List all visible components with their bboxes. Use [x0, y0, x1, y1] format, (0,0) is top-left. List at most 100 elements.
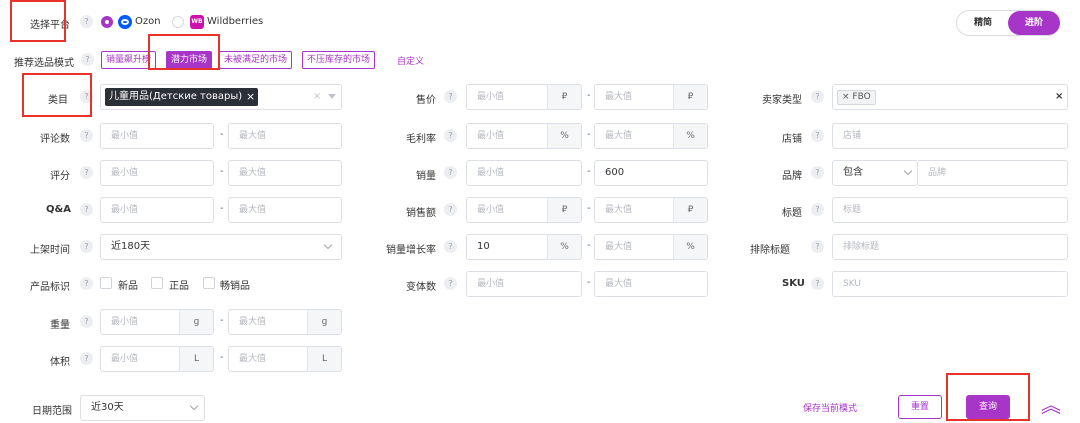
help-icon[interactable]: ?	[444, 203, 457, 216]
help-icon[interactable]: ?	[444, 129, 457, 142]
clear-icon[interactable]: ×	[1055, 85, 1063, 109]
weight-unit: g	[179, 310, 213, 334]
variants-max-input[interactable]: 最大值	[594, 271, 708, 297]
listing-time-select[interactable]: 近180天	[100, 234, 342, 260]
placeholder-text: 最大值	[605, 205, 633, 215]
range-dash: -	[220, 315, 224, 326]
collapse-icon[interactable]: ︽	[1038, 392, 1064, 418]
growth-unit: %	[547, 235, 581, 259]
help-icon[interactable]: ?	[80, 240, 93, 253]
help-icon[interactable]: ?	[80, 129, 93, 142]
volume-unit: L	[179, 347, 213, 371]
help-icon[interactable]: ?	[444, 240, 457, 253]
revenue-unit: ₽	[673, 198, 707, 222]
variants-min-input[interactable]: 最小值	[466, 271, 582, 297]
help-icon[interactable]: ?	[80, 15, 93, 28]
margin-unit: %	[673, 124, 707, 148]
help-icon[interactable]: ?	[81, 53, 94, 66]
platform-option-wildberries[interactable]: WB Wildberries	[172, 14, 263, 30]
sales-min-input[interactable]: 最小值	[466, 160, 582, 186]
range-dash: -	[587, 203, 591, 214]
weight-min-input[interactable]: 最小值 g	[100, 309, 214, 335]
help-icon[interactable]: ?	[80, 166, 93, 179]
date-range-select[interactable]: 近30天	[80, 395, 205, 421]
sales-max-input[interactable]: 600	[594, 160, 708, 186]
reviews-label: 评论数	[40, 134, 70, 145]
view-mode-simple[interactable]: 精简	[957, 11, 1009, 35]
brand-input[interactable]: 品牌	[918, 160, 1068, 186]
qa-min-input[interactable]: 最小值	[100, 197, 214, 223]
checkbox-new[interactable]	[100, 277, 112, 289]
tag-sales-surge[interactable]: 销量飙升榜	[101, 51, 157, 69]
placeholder-text: 最大值	[605, 242, 633, 252]
product-tags-label: 产品标识	[30, 282, 70, 293]
growth-min-input[interactable]: 10 %	[466, 234, 582, 260]
seller-type-select[interactable]: × FBO ×	[832, 84, 1068, 110]
brand-mode-value: 包含	[843, 167, 863, 178]
reviews-max-input[interactable]: 最大值	[228, 123, 342, 149]
checkbox-genuine[interactable]	[151, 277, 163, 289]
title-label: 标题	[782, 208, 802, 219]
tag-potential-market[interactable]: 潜力市场	[166, 51, 213, 69]
help-icon[interactable]: ?	[444, 90, 457, 103]
platform-option-ozon[interactable]: Ozon	[101, 14, 161, 30]
revenue-min-input[interactable]: 最小值 ₽	[466, 197, 582, 223]
help-icon[interactable]: ?	[80, 90, 93, 103]
help-icon[interactable]: ?	[811, 166, 824, 179]
sku-input[interactable]: SKU	[832, 271, 1068, 297]
help-icon[interactable]: ?	[444, 166, 457, 179]
rating-min-input[interactable]: 最小值	[100, 160, 214, 186]
price-min-input[interactable]: 最小值 ₽	[466, 84, 582, 110]
help-icon[interactable]: ?	[811, 277, 824, 290]
exclude-title-label: 排除标题	[750, 245, 790, 256]
reviews-min-input[interactable]: 最小值	[100, 123, 214, 149]
help-icon[interactable]: ?	[80, 203, 93, 216]
brand-mode-select[interactable]: 包含	[832, 160, 918, 186]
revenue-max-input[interactable]: 最大值 ₽	[594, 197, 708, 223]
help-icon[interactable]: ?	[811, 90, 824, 103]
reset-button[interactable]: 重置	[898, 395, 942, 419]
help-icon[interactable]: ?	[811, 203, 824, 216]
revenue-unit: ₽	[547, 198, 581, 222]
view-mode-advanced[interactable]: 进阶	[1008, 11, 1060, 35]
dropdown-icon[interactable]	[328, 94, 336, 99]
shop-input[interactable]: 店铺	[832, 123, 1068, 149]
tag-unmet-market[interactable]: 未被满足的市场	[219, 51, 293, 69]
volume-max-input[interactable]: 最大值 L	[228, 346, 342, 372]
help-icon[interactable]: ?	[444, 277, 457, 290]
growth-unit: %	[673, 235, 707, 259]
category-select[interactable]: 儿童用品(Детские товары) × ×	[100, 84, 342, 110]
help-icon[interactable]: ?	[80, 352, 93, 365]
margin-unit: %	[547, 124, 581, 148]
help-icon[interactable]: ?	[811, 240, 824, 253]
volume-min-input[interactable]: 最小值 L	[100, 346, 214, 372]
range-dash: -	[220, 352, 224, 363]
placeholder-text: 最小值	[477, 205, 505, 215]
title-input[interactable]: 标题	[832, 197, 1068, 223]
rating-label: 评分	[50, 171, 70, 182]
help-icon[interactable]: ?	[80, 277, 93, 290]
margin-min-input[interactable]: 最小值 %	[466, 123, 582, 149]
help-icon[interactable]: ?	[811, 129, 824, 142]
margin-max-input[interactable]: 最大值 %	[594, 123, 708, 149]
qa-max-input[interactable]: 最大值	[228, 197, 342, 223]
help-icon[interactable]: ?	[80, 315, 93, 328]
save-mode-link[interactable]: 保存当前模式	[803, 401, 857, 414]
rating-max-input[interactable]: 最大值	[228, 160, 342, 186]
date-range-label: 日期范围	[32, 406, 72, 417]
growth-max-input[interactable]: 最大值 %	[594, 234, 708, 260]
exclude-title-input[interactable]: 排除标题	[832, 234, 1068, 260]
chip-remove-icon[interactable]: ×	[246, 88, 255, 106]
brand-label: 品牌	[782, 171, 802, 182]
weight-max-input[interactable]: 最大值 g	[228, 309, 342, 335]
tag-low-stock-market[interactable]: 不压库存的市场	[302, 51, 376, 69]
seller-type-chip[interactable]: × FBO	[837, 90, 876, 105]
checkbox-bestseller[interactable]	[203, 277, 215, 289]
price-max-input[interactable]: 最大值 ₽	[594, 84, 708, 110]
clear-icon[interactable]: ×	[313, 85, 321, 109]
placeholder-text: 最小值	[111, 354, 139, 364]
price-unit: ₽	[673, 85, 707, 109]
custom-mode-link[interactable]: 自定义	[397, 54, 424, 67]
query-button[interactable]: 查询	[966, 395, 1010, 419]
strategy-label: 推荐选品模式	[14, 58, 74, 69]
